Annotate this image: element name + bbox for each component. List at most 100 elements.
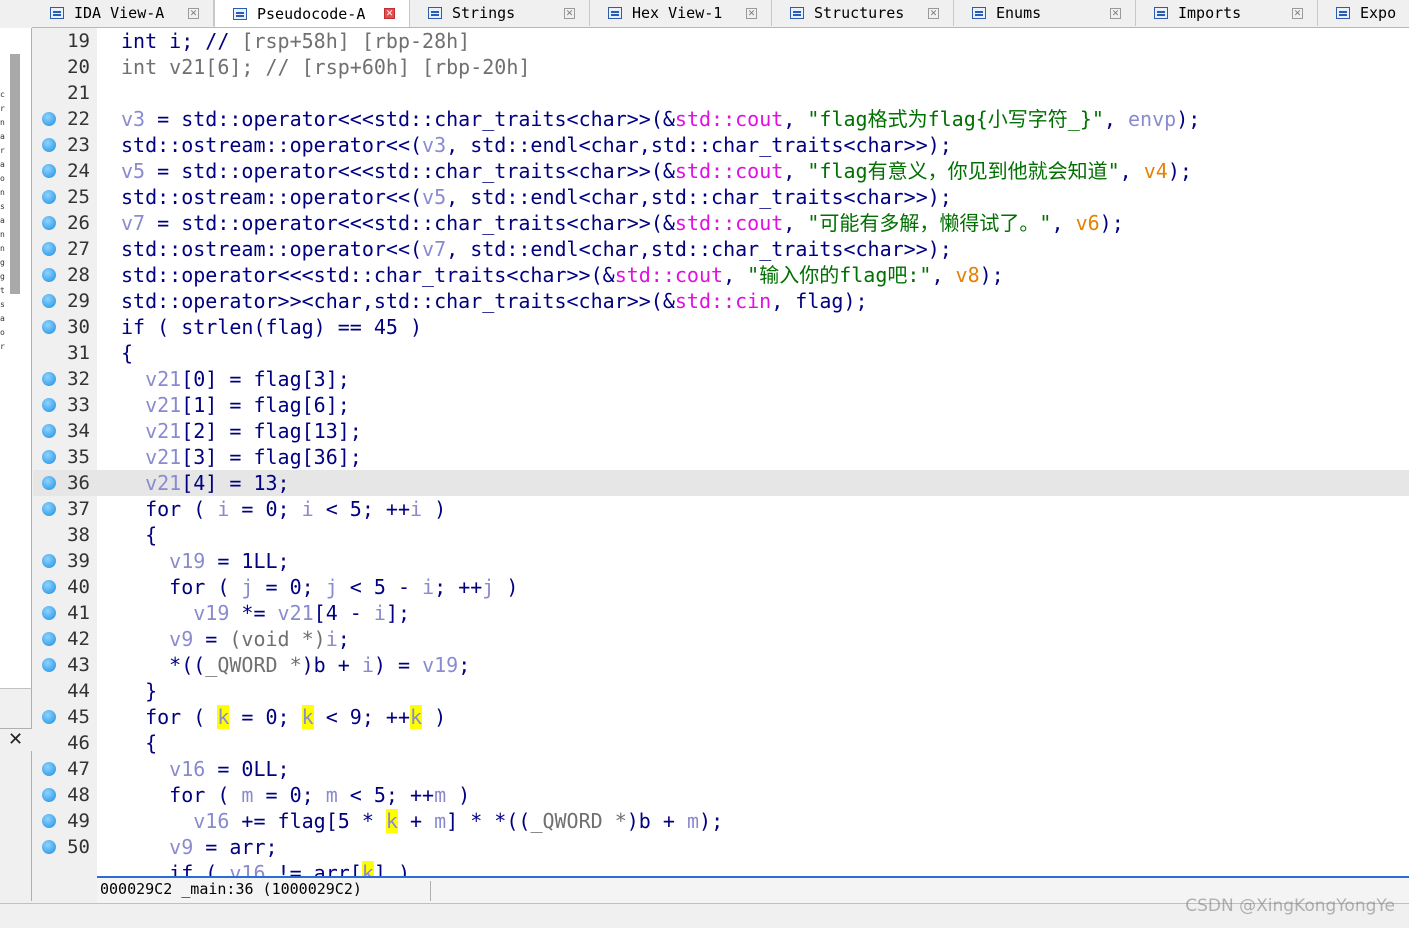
pseudocode-view[interactable]: 19 int i; // [rsp+58h] [rbp-28h] 20 int v21…	[33, 28, 1409, 876]
code-text[interactable]: std::operator>><char,std::char_traits<ch…	[121, 288, 868, 314]
code-line[interactable]: if ( v16 != arr[k] )	[33, 860, 1409, 876]
code-text[interactable]: {	[121, 730, 157, 756]
code-line[interactable]: 20 int v21[6]; // [rsp+60h] [rbp-20h]	[33, 54, 1409, 80]
code-text[interactable]: for ( m = 0; m < 5; ++m )	[121, 782, 470, 808]
code-line[interactable]: 29 std::operator>><char,std::char_traits<…	[33, 288, 1409, 314]
code-line[interactable]: 38 {	[33, 522, 1409, 548]
code-text[interactable]: std::ostream::operator<<(v5, std::endl<c…	[121, 184, 952, 210]
breakpoint-dot-icon[interactable]	[42, 112, 56, 126]
close-panel-button[interactable]: ✕	[0, 728, 31, 752]
code-text[interactable]: }	[121, 678, 157, 704]
breakpoint-dot-icon[interactable]	[42, 268, 56, 282]
tab-ida-view-a[interactable]: IDA View-A ✕	[32, 0, 214, 26]
code-text[interactable]: v16 += flag[5 * k + m] * *((_QWORD *)b +…	[121, 808, 723, 834]
breakpoint-dot-icon[interactable]	[42, 216, 56, 230]
code-line[interactable]: 40 for ( j = 0; j < 5 - i; ++j )	[33, 574, 1409, 600]
breakpoint-dot-icon[interactable]	[42, 190, 56, 204]
code-line[interactable]: 35 v21[3] = flag[36];	[33, 444, 1409, 470]
code-text[interactable]: v19 *= v21[4 - i];	[121, 600, 410, 626]
code-line[interactable]: 37 for ( i = 0; i < 5; ++i )	[33, 496, 1409, 522]
code-text[interactable]: for ( j = 0; j < 5 - i; ++j )	[121, 574, 518, 600]
code-text[interactable]: {	[121, 522, 157, 548]
breakpoint-dot-icon[interactable]	[42, 658, 56, 672]
close-tab-icon[interactable]: ✕	[1110, 7, 1121, 19]
breakpoint-dot-icon[interactable]	[42, 554, 56, 568]
code-line[interactable]: 26 v7 = std::operator<<<std::char_traits<…	[33, 210, 1409, 236]
tab-imports[interactable]: Imports ✕	[1136, 0, 1318, 26]
code-text[interactable]: int i; // [rsp+58h] [rbp-28h]	[121, 28, 470, 54]
code-text[interactable]: v5 = std::operator<<<std::char_traits<ch…	[121, 158, 1192, 184]
code-text[interactable]: for ( i = 0; i < 5; ++i )	[121, 496, 446, 522]
code-line[interactable]: 49 v16 += flag[5 * k + m] * *((_QWORD *)…	[33, 808, 1409, 834]
code-text[interactable]: std::operator<<<std::char_traits<char>>(…	[121, 262, 1004, 288]
code-line[interactable]: 19 int i; // [rsp+58h] [rbp-28h]	[33, 28, 1409, 54]
tab-pseudocode-a[interactable]: Pseudocode-A ✕	[214, 0, 410, 27]
code-text[interactable]: std::ostream::operator<<(v3, std::endl<c…	[121, 132, 952, 158]
code-text[interactable]: v21[4] = 13;	[121, 470, 290, 496]
code-text[interactable]: v16 = 0LL;	[121, 756, 289, 782]
close-tab-icon[interactable]: ✕	[564, 7, 575, 19]
code-line[interactable]: 27 std::ostream::operator<<(v7, std::endl…	[33, 236, 1409, 262]
code-text[interactable]: int v21[6]; // [rsp+60h] [rbp-20h]	[121, 54, 530, 80]
breakpoint-dot-icon[interactable]	[42, 320, 56, 334]
code-text[interactable]: v21[1] = flag[6];	[121, 392, 350, 418]
code-text[interactable]: {	[121, 340, 133, 366]
code-line[interactable]: 24 v5 = std::operator<<<std::char_traits<…	[33, 158, 1409, 184]
breakpoint-dot-icon[interactable]	[42, 840, 56, 854]
tab-enums[interactable]: Enums ✕	[954, 0, 1136, 26]
left-panel-scrollbar[interactable]	[10, 54, 20, 294]
breakpoint-dot-icon[interactable]	[42, 606, 56, 620]
breakpoint-dot-icon[interactable]	[42, 398, 56, 412]
close-tab-icon[interactable]: ✕	[746, 7, 757, 19]
code-line[interactable]: 44 }	[33, 678, 1409, 704]
code-line[interactable]: 36 v21[4] = 13;	[33, 470, 1409, 496]
code-line[interactable]: 42 v9 = (void *)i;	[33, 626, 1409, 652]
breakpoint-dot-icon[interactable]	[42, 424, 56, 438]
tab-expo[interactable]: Expo	[1318, 0, 1409, 26]
breakpoint-dot-icon[interactable]	[42, 294, 56, 308]
code-line[interactable]: 39 v19 = 1LL;	[33, 548, 1409, 574]
breakpoint-dot-icon[interactable]	[42, 476, 56, 490]
code-text[interactable]: v9 = (void *)i;	[121, 626, 350, 652]
code-text[interactable]: v9 = arr;	[121, 834, 277, 860]
code-line[interactable]: 47 v16 = 0LL;	[33, 756, 1409, 782]
breakpoint-dot-icon[interactable]	[42, 138, 56, 152]
code-text[interactable]: v7 = std::operator<<<std::char_traits<ch…	[121, 210, 1124, 236]
code-line[interactable]: 34 v21[2] = flag[13];	[33, 418, 1409, 444]
tab-structures[interactable]: Structures ✕	[772, 0, 954, 26]
breakpoint-dot-icon[interactable]	[42, 788, 56, 802]
code-text[interactable]: for ( k = 0; k < 9; ++k )	[121, 704, 446, 730]
code-text[interactable]: v19 = 1LL;	[121, 548, 289, 574]
code-line[interactable]: 33 v21[1] = flag[6];	[33, 392, 1409, 418]
code-line[interactable]: 21	[33, 80, 1409, 106]
code-line[interactable]: 31 {	[33, 340, 1409, 366]
code-text[interactable]: v21[3] = flag[36];	[121, 444, 362, 470]
close-tab-icon[interactable]: ✕	[928, 7, 939, 19]
tab-strings[interactable]: Strings ✕	[410, 0, 590, 26]
code-line[interactable]: 30 if ( strlen(flag) == 45 )	[33, 314, 1409, 340]
close-tab-icon[interactable]: ✕	[384, 8, 395, 19]
breakpoint-dot-icon[interactable]	[42, 450, 56, 464]
breakpoint-dot-icon[interactable]	[42, 372, 56, 386]
code-line[interactable]: 50 v9 = arr;	[33, 834, 1409, 860]
code-text[interactable]: if ( strlen(flag) == 45 )	[121, 314, 422, 340]
code-text[interactable]: v21[2] = flag[13];	[121, 418, 362, 444]
breakpoint-dot-icon[interactable]	[42, 710, 56, 724]
tab-hex-view-1[interactable]: Hex View-1 ✕	[590, 0, 772, 26]
code-text[interactable]: v21[0] = flag[3];	[121, 366, 350, 392]
breakpoint-dot-icon[interactable]	[42, 762, 56, 776]
breakpoint-dot-icon[interactable]	[42, 164, 56, 178]
code-line[interactable]: 22 v3 = std::operator<<<std::char_traits<…	[33, 106, 1409, 132]
code-line[interactable]: 48 for ( m = 0; m < 5; ++m )	[33, 782, 1409, 808]
close-tab-icon[interactable]: ✕	[1292, 7, 1303, 19]
code-line[interactable]: 23 std::ostream::operator<<(v3, std::endl…	[33, 132, 1409, 158]
breakpoint-dot-icon[interactable]	[42, 632, 56, 646]
code-line[interactable]: 28 std::operator<<<std::char_traits<char>…	[33, 262, 1409, 288]
breakpoint-dot-icon[interactable]	[42, 502, 56, 516]
breakpoint-dot-icon[interactable]	[42, 242, 56, 256]
code-line[interactable]: 25 std::ostream::operator<<(v5, std::endl…	[33, 184, 1409, 210]
code-line[interactable]: 41 v19 *= v21[4 - i];	[33, 600, 1409, 626]
code-text[interactable]: v3 = std::operator<<<std::char_traits<ch…	[121, 106, 1200, 132]
code-text[interactable]: *((_QWORD *)b + i) = v19;	[121, 652, 470, 678]
code-text[interactable]: if ( v16 != arr[k] )	[121, 860, 410, 876]
